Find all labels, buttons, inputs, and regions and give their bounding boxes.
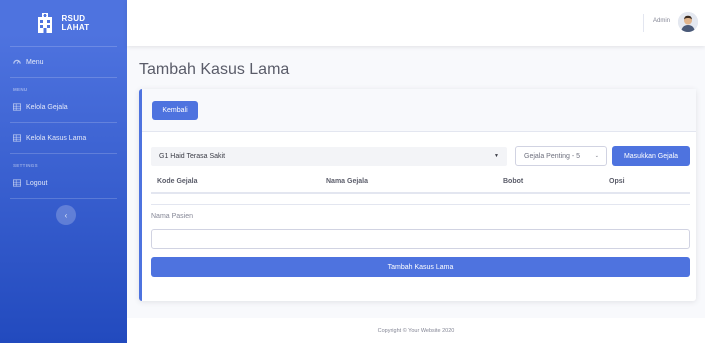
- bobot-select-value: Gejala Penting - 5: [524, 152, 581, 160]
- gejala-select-value: G1 Haid Terasa Sakit: [159, 153, 226, 160]
- tambah-kasus-lama-button[interactable]: Tambah Kasus Lama: [151, 257, 690, 277]
- column-header: Opsi: [609, 178, 625, 185]
- sidebar-toggle-button[interactable]: ‹: [56, 205, 76, 225]
- user-name[interactable]: Admin: [653, 18, 670, 24]
- bobot-select[interactable]: Gejala Penting - 5 ⌄: [515, 146, 607, 166]
- gauge-icon: [13, 59, 21, 64]
- sidebar: RSUD LAHAT Menu MENU Kelola Gejala Kelol…: [0, 0, 127, 343]
- brand-line-1: RSUD: [61, 14, 86, 23]
- sidebar-brand[interactable]: RSUD LAHAT: [0, 0, 127, 46]
- nama-pasien-input[interactable]: [151, 229, 690, 249]
- table-icon: [13, 103, 21, 111]
- topbar-divider: [643, 14, 644, 32]
- table-icon: [13, 179, 21, 187]
- column-header: Bobot: [503, 178, 524, 185]
- gejala-select[interactable]: G1 Haid Terasa Sakit ▼: [151, 147, 507, 166]
- user-avatar-icon: [678, 12, 698, 32]
- footer: Copyright © Your Website 2020: [127, 318, 705, 343]
- sidebar-heading-menu: MENU: [13, 87, 28, 92]
- sidebar-item-kelola-gejala[interactable]: Kelola Gejala: [0, 92, 127, 122]
- chevron-left-icon: ‹: [64, 210, 68, 220]
- sidebar-divider: [10, 198, 117, 199]
- sidebar-item-label: Logout: [26, 179, 48, 187]
- page-title: Tambah Kasus Lama: [139, 61, 290, 78]
- caret-down-icon: ▼: [494, 153, 499, 159]
- add-gejala-button[interactable]: Masukkan Gejala: [612, 146, 690, 166]
- back-button[interactable]: Kembali: [152, 101, 198, 120]
- avatar[interactable]: [678, 12, 698, 32]
- table-icon: [13, 134, 21, 142]
- copyright-text: Copyright © Your Website 2020: [377, 328, 455, 334]
- sidebar-heading-settings: SETTINGS: [13, 163, 38, 168]
- sidebar-item-logout[interactable]: Logout: [0, 168, 127, 198]
- sidebar-item-menu[interactable]: Menu: [0, 47, 127, 77]
- chevron-down-icon: ⌄: [594, 153, 599, 159]
- table-divider: [151, 204, 690, 205]
- column-header: Kode Gejala: [157, 178, 198, 185]
- column-header: Nama Gejala: [326, 178, 369, 185]
- form-card: Kembali G1 Haid Terasa Sakit ▼ Gejala Pe…: [139, 89, 696, 301]
- card-header: Kembali: [142, 89, 696, 132]
- topbar: Admin: [127, 0, 705, 46]
- nama-pasien-label: Nama Pasien: [151, 213, 194, 220]
- sidebar-item-label: Kelola Gejala: [26, 103, 68, 111]
- gejala-table-header: Kode Gejala Nama Gejala Bobot Opsi: [151, 169, 690, 194]
- sidebar-item-label: Menu: [26, 58, 44, 66]
- hospital-icon: [38, 13, 53, 33]
- sidebar-item-label: Kelola Kasus Lama: [26, 134, 87, 142]
- brand-line-2: LAHAT: [61, 23, 90, 32]
- sidebar-item-kelola-kasus-lama[interactable]: Kelola Kasus Lama: [0, 123, 127, 153]
